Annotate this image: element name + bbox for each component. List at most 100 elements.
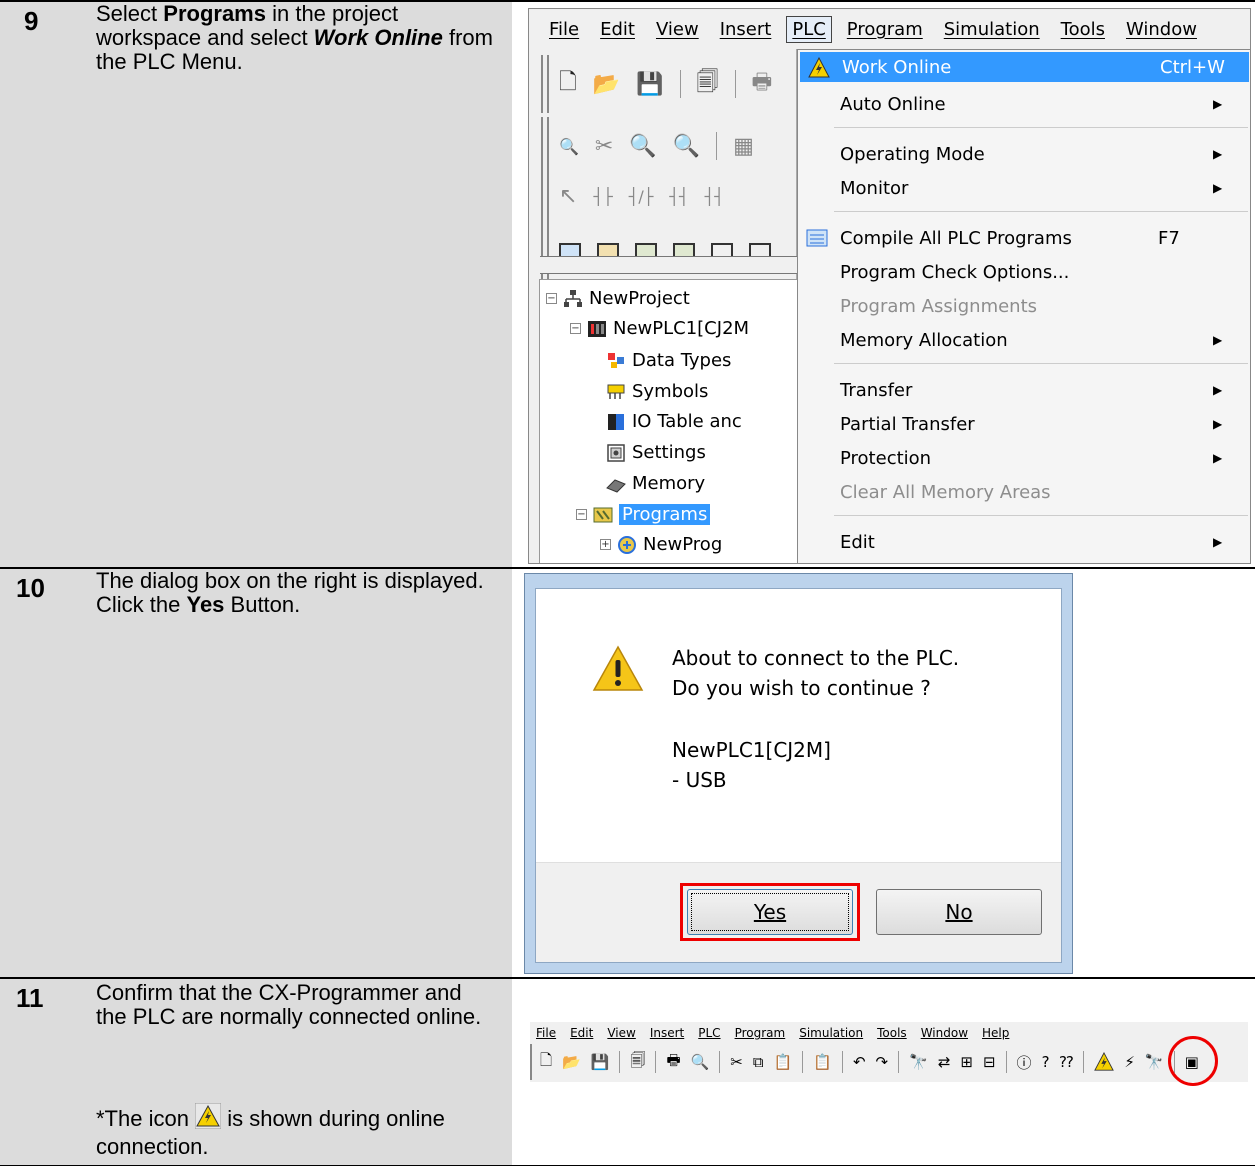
or-contact-icon[interactable]: ┤┤ — [669, 187, 688, 206]
tree-settings[interactable]: Settings — [606, 442, 706, 463]
save-icon[interactable]: 💾 — [636, 72, 663, 97]
nc-contact-icon[interactable]: ┤/├ — [629, 187, 654, 206]
step-text-part: Select — [96, 1, 164, 26]
menu-item-monitor[interactable]: Monitor ▶ — [798, 172, 1250, 204]
toolbar-separator — [716, 132, 718, 160]
address-ref-icon[interactable]: ⊞ — [960, 1053, 973, 1071]
context-help-icon[interactable]: ⁇ — [1060, 1053, 1074, 1071]
replace-icon[interactable]: ⇄ — [938, 1053, 951, 1071]
menu-item-clear-memory: Clear All Memory Areas — [798, 476, 1250, 508]
paste-special-icon[interactable]: 📋 — [813, 1053, 832, 1071]
zoom-in-icon[interactable]: 🔍 — [629, 134, 656, 159]
paste-icon[interactable]: 📋 — [774, 1053, 793, 1071]
collapse-icon[interactable]: − — [570, 323, 581, 334]
menu-item-partial-transfer[interactable]: Partial Transfer ▶ — [798, 408, 1250, 440]
menu-bar: File Edit View Insert PLC Program Simula… — [530, 1022, 1248, 1044]
window-toolbar — [547, 225, 797, 283]
open-icon[interactable]: 📂 — [562, 1053, 581, 1071]
tree-label: NewPLC1[CJ2M — [613, 318, 750, 339]
new-icon[interactable]: 🗋 — [559, 65, 577, 103]
collapse-icon[interactable]: − — [546, 293, 557, 304]
select-mode-icon[interactable]: ↖ — [559, 184, 577, 209]
grid-icon[interactable]: ▦ — [733, 134, 754, 159]
online-edit-icon[interactable]: 🔭 — [1145, 1053, 1164, 1071]
contact-icon[interactable]: ┤├ — [593, 187, 612, 206]
tree-plc[interactable]: − NewPLC1[CJ2M — [570, 318, 749, 339]
submenu-arrow-icon: ▶ — [1213, 181, 1223, 195]
menu-plc[interactable]: PLC — [786, 15, 832, 43]
tree-io-table[interactable]: IO Table anc — [606, 411, 742, 432]
help-icon[interactable]: ? — [1042, 1053, 1050, 1071]
menu-insert[interactable]: Insert — [650, 1026, 684, 1040]
expand-icon[interactable]: + — [600, 539, 611, 550]
work-online-icon[interactable] — [1094, 1052, 1115, 1072]
print-setup-icon[interactable]: 🗐 — [697, 65, 719, 103]
menu-edit[interactable]: Edit — [570, 1026, 593, 1040]
menu-simulation[interactable]: Simulation — [799, 1026, 863, 1040]
menu-window[interactable]: Window — [1126, 19, 1197, 40]
toolbar-separator — [1005, 1051, 1007, 1073]
find-icon[interactable]: 🔭 — [909, 1053, 928, 1071]
data-types-icon — [608, 352, 624, 368]
info-icon[interactable]: ⓘ — [1017, 1052, 1032, 1073]
copy-icon[interactable]: ⧉ — [753, 1053, 764, 1071]
no-button[interactable]: No — [876, 889, 1042, 935]
tree-memory[interactable]: Memory — [606, 473, 705, 494]
memory-icon — [606, 478, 626, 493]
menu-item-work-online[interactable]: Work Online Ctrl+W — [800, 52, 1249, 82]
zoom-icon[interactable]: 🔍 — [559, 137, 579, 156]
print-preview-icon[interactable]: 🔍 — [691, 1053, 710, 1071]
tree-symbols[interactable]: Symbols — [606, 381, 708, 402]
tree-programs[interactable]: − Programs — [576, 504, 711, 525]
new-icon[interactable]: 🗋 — [540, 1050, 552, 1075]
step-number: 10 — [16, 573, 45, 603]
print-setup-icon[interactable]: 🗐 — [630, 1050, 645, 1075]
menu-item-edit[interactable]: Edit ▶ — [798, 526, 1250, 558]
horizontal-scrollbar[interactable] — [540, 256, 798, 274]
menu-item-transfer[interactable]: Transfer ▶ — [798, 374, 1250, 406]
menu-tools[interactable]: Tools — [1061, 19, 1105, 40]
menu-item-label: Transfer — [840, 379, 913, 401]
menu-program[interactable]: Program — [847, 19, 923, 40]
menu-view[interactable]: View — [656, 19, 699, 40]
print-icon[interactable]: 🖶 — [752, 65, 773, 103]
menu-item-operating-mode[interactable]: Operating Mode ▶ — [798, 138, 1250, 170]
menu-file[interactable]: File — [536, 1026, 556, 1040]
collapse-icon[interactable]: − — [576, 509, 587, 520]
menu-file[interactable]: File — [549, 19, 579, 40]
project-tree: − NewProject − NewPLC1[CJ2M Data Types S… — [539, 256, 798, 563]
menu-simulation[interactable]: Simulation — [944, 19, 1040, 40]
menu-edit[interactable]: Edit — [600, 19, 635, 40]
undo-icon[interactable]: ↶ — [853, 1053, 866, 1071]
open-icon[interactable]: 📂 — [593, 72, 620, 97]
auto-online-icon[interactable]: ⚡ — [1124, 1053, 1135, 1071]
menu-item-label: Work Online — [842, 56, 952, 78]
menu-item-memory-allocation[interactable]: Memory Allocation ▶ — [798, 324, 1250, 356]
cut-icon[interactable]: ✂ — [730, 1053, 743, 1071]
menu-view[interactable]: View — [607, 1026, 635, 1040]
cross-ref-icon[interactable]: ⊟ — [983, 1053, 996, 1071]
menu-item-check-options[interactable]: Program Check Options... — [798, 256, 1250, 288]
menu-help[interactable]: Help — [982, 1026, 1009, 1040]
menu-item-label: Clear All Memory Areas — [840, 481, 1051, 503]
toolbar-separator — [719, 1051, 721, 1073]
zoom-out-icon[interactable]: 🔍 — [673, 134, 700, 159]
menu-window[interactable]: Window — [921, 1026, 968, 1040]
or-nc-contact-icon[interactable]: ┤┤ — [705, 187, 724, 206]
tree-label: IO Table anc — [632, 411, 742, 432]
menu-item-auto-online[interactable]: Auto Online ▶ — [798, 88, 1250, 120]
save-icon[interactable]: 💾 — [591, 1053, 610, 1071]
zoom-to-fit-icon[interactable]: ✂ — [595, 134, 613, 159]
tree-project[interactable]: − NewProject — [546, 288, 690, 309]
print-icon[interactable]: 🖶 — [666, 1050, 680, 1075]
menu-insert[interactable]: Insert — [720, 19, 772, 40]
tree-newprog[interactable]: + NewProg — [600, 534, 722, 555]
compile-icon — [806, 229, 828, 247]
menu-plc[interactable]: PLC — [698, 1026, 720, 1040]
menu-item-protection[interactable]: Protection ▶ — [798, 442, 1250, 474]
menu-tools[interactable]: Tools — [877, 1026, 907, 1040]
menu-item-compile-all[interactable]: Compile All PLC Programs F7 — [798, 222, 1250, 254]
menu-program[interactable]: Program — [735, 1026, 786, 1040]
redo-icon[interactable]: ↷ — [876, 1053, 889, 1071]
tree-data-types[interactable]: Data Types — [606, 350, 731, 371]
